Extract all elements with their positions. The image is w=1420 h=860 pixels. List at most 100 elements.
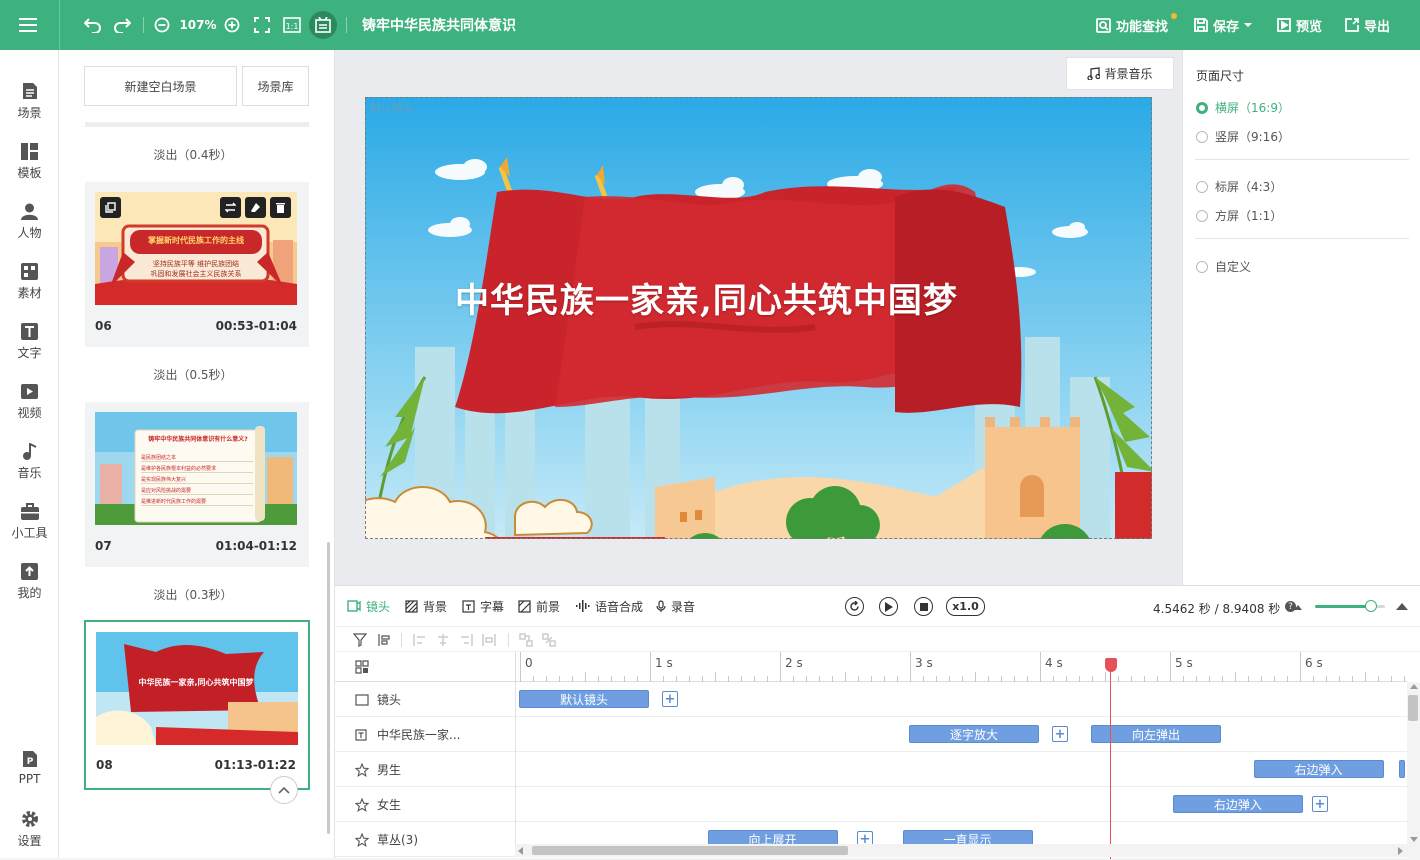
- align-icon[interactable]: [377, 633, 391, 647]
- animation-clip[interactable]: 逐字放大: [909, 725, 1039, 743]
- menu-icon[interactable]: [14, 0, 42, 50]
- align-right-icon[interactable]: [459, 633, 473, 647]
- scene-card-06[interactable]: 掌握新时代民族工作的主线 坚持民族平等 维护民族团结 巩固和发展社会主义民族关系…: [85, 182, 309, 347]
- page-size-option-4-3[interactable]: 标屏（4:3）: [1196, 178, 1282, 195]
- animation-clip[interactable]: 右边弹入: [1172, 795, 1303, 813]
- animation-clip-cutoff[interactable]: [1399, 760, 1405, 778]
- scene-panel-scrollbar[interactable]: [327, 542, 330, 834]
- timeline-vertical-scrollbar[interactable]: [1407, 682, 1420, 859]
- page-size-option-1-1[interactable]: 方屏（1:1）: [1196, 207, 1282, 224]
- swap-icon[interactable]: [220, 197, 241, 218]
- delete-icon[interactable]: [270, 197, 291, 218]
- project-title[interactable]: 铸牢中华民族共同体意识: [362, 0, 516, 50]
- group-icon[interactable]: [519, 633, 533, 647]
- scroll-up-icon[interactable]: [1410, 684, 1418, 689]
- stage-canvas[interactable]: 中华民族一家亲,同心共筑中国梦 默认镜头: [365, 97, 1152, 539]
- nav-item-scene[interactable]: 场景: [0, 74, 59, 132]
- timeline-tab-4[interactable]: 前景: [518, 586, 560, 626]
- layers-icon[interactable]: [355, 660, 369, 674]
- transition-label[interactable]: 淡出（0.5秒）: [59, 366, 327, 383]
- scroll-left-icon[interactable]: [518, 847, 523, 855]
- distribute-icon[interactable]: [482, 633, 496, 647]
- radio-selected[interactable]: [1196, 101, 1208, 114]
- timeline-tab-3[interactable]: 字幕: [462, 586, 504, 626]
- align-left-icon[interactable]: [413, 633, 427, 647]
- scene-card-07[interactable]: 铸牢中华民族共同体意识有什么意义? 是民族团结之本 是维护各民族根本利益的必然要…: [85, 402, 309, 567]
- playback-speed-button[interactable]: x1.0: [946, 597, 985, 616]
- animation-clip[interactable]: 默认镜头: [519, 690, 649, 708]
- add-animation-button[interactable]: +: [1312, 796, 1328, 812]
- add-animation-button[interactable]: +: [662, 691, 678, 707]
- scroll-right-icon[interactable]: [1398, 847, 1403, 855]
- nav-item-template[interactable]: 模板: [0, 134, 59, 192]
- animation-clip[interactable]: 右边弹入: [1253, 760, 1384, 778]
- timeline-tab-2[interactable]: 背景: [405, 586, 447, 626]
- ruler-tick-label: 0: [525, 656, 533, 670]
- rewind-icon[interactable]: [845, 597, 864, 616]
- zoom-in-icon[interactable]: [222, 0, 242, 50]
- collapse-icon[interactable]: [270, 776, 298, 804]
- nav-item-mine[interactable]: 我的: [0, 554, 59, 612]
- add-animation-button[interactable]: +: [1052, 726, 1068, 742]
- radio[interactable]: [1196, 130, 1208, 143]
- undo-icon[interactable]: [82, 0, 104, 50]
- feature-search-button[interactable]: 功能查找: [1096, 0, 1177, 50]
- track-header[interactable]: 镜头: [335, 682, 515, 717]
- track-header[interactable]: 男生: [335, 752, 515, 787]
- scroll-thumb[interactable]: [1408, 695, 1418, 721]
- transition-label[interactable]: 淡出（0.3秒）: [59, 586, 327, 603]
- scroll-thumb[interactable]: [532, 846, 848, 855]
- radio[interactable]: [1196, 209, 1208, 222]
- play-icon[interactable]: [879, 597, 898, 616]
- zoom-out-icon[interactable]: [152, 0, 172, 50]
- nav-item-music[interactable]: 音乐: [0, 434, 59, 492]
- camera-frame[interactable]: [365, 97, 1152, 539]
- playhead[interactable]: [1104, 658, 1117, 859]
- preview-button[interactable]: 预览: [1277, 0, 1327, 50]
- nav-item-text[interactable]: 文字: [0, 314, 59, 372]
- timeline-horizontal-scrollbar[interactable]: [515, 844, 1407, 857]
- background-music-button[interactable]: 背景音乐: [1066, 57, 1174, 90]
- eraser-icon[interactable]: [245, 197, 266, 218]
- nav-item-ppt[interactable]: P PPT: [0, 742, 59, 800]
- export-button[interactable]: 导出: [1345, 0, 1395, 50]
- nav-item-material[interactable]: 素材: [0, 254, 59, 312]
- nav-item-video[interactable]: 视频: [0, 374, 59, 432]
- scroll-down-icon[interactable]: [1410, 837, 1418, 842]
- grid-toggle-icon[interactable]: [309, 11, 337, 39]
- filter-icon[interactable]: [353, 633, 367, 647]
- track-header[interactable]: 草丛(3): [335, 822, 515, 857]
- actual-size-icon[interactable]: 1:1: [282, 0, 302, 50]
- fit-screen-icon[interactable]: [252, 0, 272, 50]
- ppt-icon: P: [21, 750, 39, 768]
- zoom-out-mountain-icon[interactable]: [1293, 599, 1303, 613]
- timeline-tab-5[interactable]: 语音合成: [576, 586, 643, 626]
- scene-card-08[interactable]: 中华民族一家亲,同心共筑中国梦 08 01:13-01:22: [84, 620, 310, 804]
- new-blank-scene-button[interactable]: 新建空白场景: [84, 66, 237, 106]
- zoom-slider-knob[interactable]: [1365, 600, 1377, 612]
- save-button[interactable]: 保存: [1194, 0, 1256, 50]
- timeline-tab-1[interactable]: 镜头: [347, 586, 390, 626]
- page-size-option-9-16[interactable]: 竖屏（9:16）: [1196, 128, 1290, 145]
- playhead-handle[interactable]: [1104, 658, 1117, 672]
- track-header[interactable]: 中华民族一家...: [335, 717, 515, 752]
- timeline-ruler[interactable]: 0 1 s 2 s 3 s 4 s 5 s 6 s: [515, 652, 1407, 682]
- transition-label[interactable]: 淡出（0.4秒）: [59, 146, 327, 163]
- redo-icon[interactable]: [111, 0, 133, 50]
- align-center-icon[interactable]: [436, 633, 450, 647]
- timeline-tab-6[interactable]: 录音: [656, 586, 695, 626]
- nav-item-character[interactable]: 人物: [0, 194, 59, 252]
- page-size-option-16-9[interactable]: 横屏（16:9）: [1196, 99, 1290, 116]
- nav-item-settings[interactable]: 设置: [0, 802, 59, 860]
- stop-icon[interactable]: [914, 597, 933, 616]
- zoom-in-mountain-icon[interactable]: [1395, 599, 1409, 613]
- nav-item-tools[interactable]: 小工具: [0, 494, 59, 552]
- ungroup-icon[interactable]: [542, 633, 556, 647]
- page-size-option-custom[interactable]: 自定义: [1196, 258, 1251, 275]
- timeline-zoom-slider[interactable]: [1315, 600, 1385, 612]
- radio[interactable]: [1196, 180, 1208, 193]
- track-header[interactable]: 女生: [335, 787, 515, 822]
- copy-icon[interactable]: [100, 197, 121, 218]
- radio[interactable]: [1196, 260, 1208, 273]
- scene-library-button[interactable]: 场景库: [242, 66, 309, 106]
